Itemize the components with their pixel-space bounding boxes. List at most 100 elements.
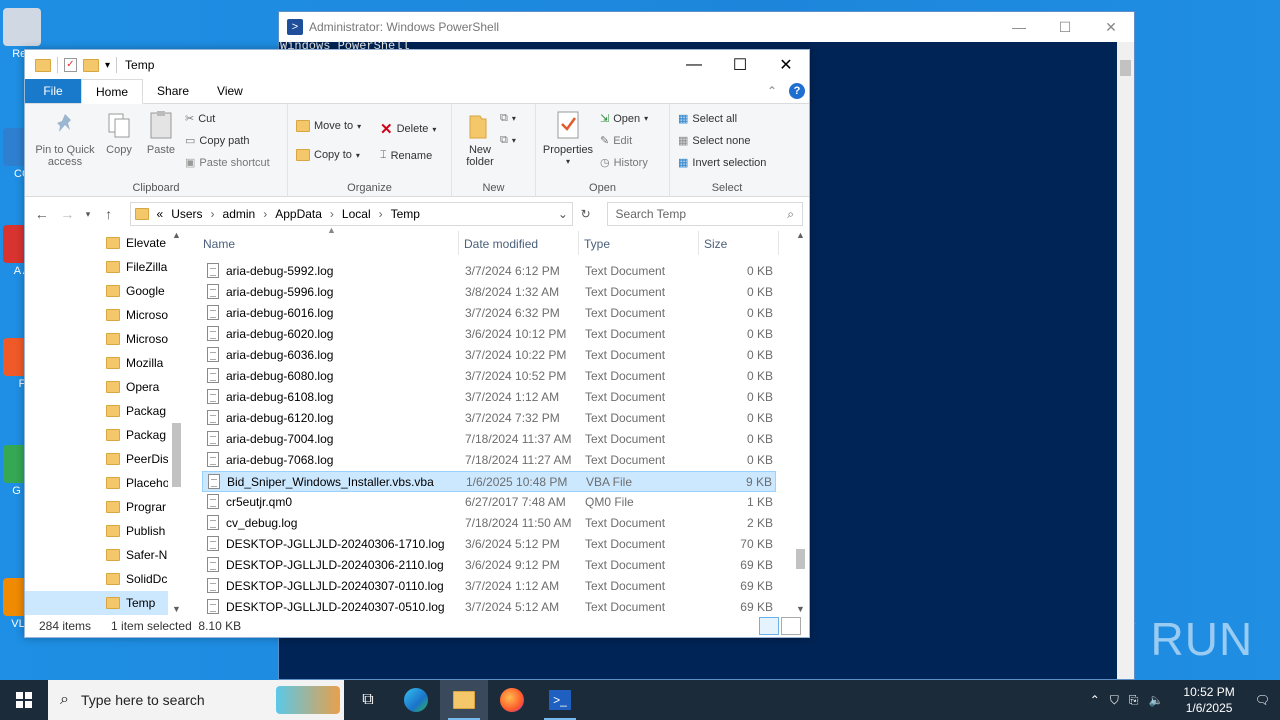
open-button[interactable]: ⇲ Open ▾ [600, 112, 648, 126]
select-none-button[interactable]: ▦ Select none [678, 134, 751, 148]
new-folder-button[interactable]: New folder [460, 110, 496, 168]
file-row[interactable]: aria-debug-5992.log 3/7/2024 6:12 PM Text … [202, 261, 776, 282]
network-icon[interactable]: ⎘ [1129, 693, 1139, 708]
address-bar[interactable]: « Users › admin › AppData › Local › Temp ⌄ [129, 202, 573, 226]
nav-folder-item[interactable]: FileZilla [25, 255, 185, 279]
copy-button[interactable]: Copy [101, 110, 137, 156]
nav-folder-item[interactable]: Opera [25, 375, 185, 399]
move-to-button[interactable]: Move to ▾ [296, 120, 361, 132]
powershell-taskbar-icon[interactable]: >_ [536, 680, 584, 720]
taskbar-search[interactable]: ⌕ Type here to search [48, 680, 344, 720]
file-row[interactable]: aria-debug-7004.log 7/18/2024 11:37 AM Tex… [202, 429, 776, 450]
breadcrumb-chevron-icon[interactable]: › [379, 207, 383, 221]
address-dropdown-icon[interactable]: ⌄ [554, 207, 572, 221]
column-size[interactable]: Size [704, 237, 727, 251]
nav-folder-item[interactable]: Placeho [25, 471, 185, 495]
edit-button[interactable]: ✎ Edit [600, 134, 632, 148]
breadcrumb-item[interactable]: Local [342, 207, 371, 221]
edge-icon[interactable] [392, 680, 440, 720]
paste-shortcut-button[interactable]: ▣ Paste shortcut [185, 156, 270, 170]
nav-folder-item[interactable]: Mozilla [25, 351, 185, 375]
nav-folder-item[interactable]: Microso [25, 327, 185, 351]
collapse-ribbon-icon[interactable]: ⌃ [767, 84, 777, 98]
file-row[interactable]: aria-debug-7068.log 7/18/2024 11:27 AM Tex… [202, 450, 776, 471]
nav-folder-item[interactable]: PeerDis [25, 447, 185, 471]
file-row[interactable]: aria-debug-6108.log 3/7/2024 1:12 AM Text … [202, 387, 776, 408]
search-input[interactable]: Search Temp ⌕ [606, 202, 804, 226]
tab-file[interactable]: File [25, 79, 81, 103]
recent-locations-icon[interactable]: ▾ [82, 209, 94, 220]
back-arrow-icon[interactable]: ← [31, 206, 53, 222]
nav-folder-item[interactable]: Packag [25, 423, 185, 447]
breadcrumb[interactable]: « Users › admin › AppData › Local › Temp [157, 207, 428, 221]
new-item-button[interactable]: ⧉ ▾ [500, 112, 516, 125]
firefox-icon[interactable] [488, 680, 536, 720]
nav-folder-item[interactable]: Publish [25, 519, 185, 543]
breadcrumb-item[interactable]: Users [171, 207, 202, 221]
tab-home[interactable]: Home [81, 79, 144, 104]
refresh-icon[interactable]: ↻ [577, 207, 595, 221]
file-row[interactable]: aria-debug-6036.log 3/7/2024 10:22 PM Text… [202, 345, 776, 366]
file-row[interactable]: DESKTOP-JGLLJLD-20240306-2110.log 3/6/202… [202, 555, 776, 576]
nav-folder-item[interactable]: Packag [25, 399, 185, 423]
file-row[interactable]: aria-debug-5996.log 3/8/2024 1:32 AM Text … [202, 282, 776, 303]
breadcrumb-chevron-icon[interactable]: › [211, 207, 215, 221]
scroll-up-icon[interactable]: ▲ [792, 227, 809, 243]
column-type[interactable]: Type [584, 237, 610, 251]
scroll-up-icon[interactable]: ▲ [168, 227, 185, 243]
navigation-pane[interactable]: Elevate FileZilla Google Microso Microso Mozi… [25, 227, 185, 617]
close-button[interactable]: ✕ [763, 50, 809, 80]
scroll-thumb[interactable] [1120, 60, 1131, 76]
pin-to-quick-access-button[interactable]: Pin to Quick access [29, 110, 101, 168]
rename-button[interactable]: ⌶ Rename [380, 149, 432, 162]
maximize-button[interactable]: ☐ [717, 50, 763, 80]
nav-scrollbar[interactable]: ▲ ▼ [168, 227, 185, 617]
details-view-icon[interactable] [759, 617, 779, 635]
breadcrumb-chevron-icon[interactable]: › [263, 207, 267, 221]
history-button[interactable]: ◷ History [600, 156, 648, 170]
file-row[interactable]: aria-debug-6016.log 3/7/2024 6:32 PM Text … [202, 303, 776, 324]
minimize-button[interactable]: — [996, 12, 1042, 42]
customize-toolbar-icon[interactable]: ▾ [105, 60, 110, 71]
tab-view[interactable]: View [203, 79, 257, 103]
file-row[interactable]: aria-debug-6120.log 3/7/2024 7:32 PM Text … [202, 408, 776, 429]
minimize-button[interactable]: — [671, 50, 717, 80]
breadcrumb-item[interactable]: Temp [391, 207, 420, 221]
volume-icon[interactable]: 🔈 [1148, 693, 1163, 707]
nav-folder-item[interactable]: Google [25, 279, 185, 303]
nav-folder-item[interactable]: Safer-N [25, 543, 185, 567]
scroll-thumb[interactable] [172, 423, 181, 487]
cut-button[interactable]: ✂ Cut [185, 112, 215, 126]
invert-selection-button[interactable]: ▦ Invert selection [678, 156, 766, 170]
up-arrow-icon[interactable]: ↑ [98, 206, 120, 222]
forward-arrow-icon[interactable]: → [57, 206, 79, 222]
file-row[interactable]: DESKTOP-JGLLJLD-20240306-1710.log 3/6/202… [202, 534, 776, 555]
powershell-titlebar[interactable]: > Administrator: Windows PowerShell — ☐ … [279, 12, 1134, 42]
nav-folder-item[interactable]: Microso [25, 303, 185, 327]
file-row[interactable]: DESKTOP-JGLLJLD-20240307-0110.log 3/7/202… [202, 576, 776, 597]
explorer-titlebar[interactable]: ✓ ▾ Temp — ☐ ✕ [25, 50, 809, 80]
paste-button[interactable]: Paste [141, 110, 181, 156]
security-icon[interactable]: ⛉ [1110, 693, 1119, 708]
start-button[interactable] [0, 680, 48, 720]
select-all-button[interactable]: ▦ Select all [678, 112, 737, 126]
delete-button[interactable]: ✕ Delete ▾ [380, 120, 436, 138]
column-date-modified[interactable]: Date modified [464, 237, 538, 251]
easy-access-button[interactable]: ⧉ ▾ [500, 134, 516, 147]
powershell-scrollbar[interactable] [1117, 42, 1134, 679]
file-list[interactable]: ▲ Name Date modified Type Size aria-debu… [185, 225, 809, 617]
file-scrollbar[interactable]: ▲ ▼ [792, 227, 809, 617]
column-name[interactable]: Name [203, 237, 235, 251]
scroll-thumb[interactable] [796, 549, 805, 569]
chevron-up-icon[interactable]: ⌃ [1090, 693, 1100, 707]
file-row[interactable]: Bid_Sniper_Windows_Installer.vbs.vba 1/6/… [202, 471, 776, 492]
nav-folder-item[interactable]: Temp [25, 591, 185, 615]
breadcrumb-item[interactable]: admin [223, 207, 256, 221]
large-icons-view-icon[interactable] [781, 617, 801, 635]
nav-folder-item[interactable]: Elevate [25, 231, 185, 255]
copy-path-button[interactable]: ▭ Copy path [185, 134, 250, 148]
file-row[interactable]: aria-debug-6020.log 3/6/2024 10:12 PM Text… [202, 324, 776, 345]
file-row[interactable]: cr5eutjr.qm0 6/27/2017 7:48 AM QM0 File 1 K… [202, 492, 776, 513]
tab-share[interactable]: Share [143, 79, 203, 103]
help-icon[interactable]: ? [789, 83, 805, 99]
